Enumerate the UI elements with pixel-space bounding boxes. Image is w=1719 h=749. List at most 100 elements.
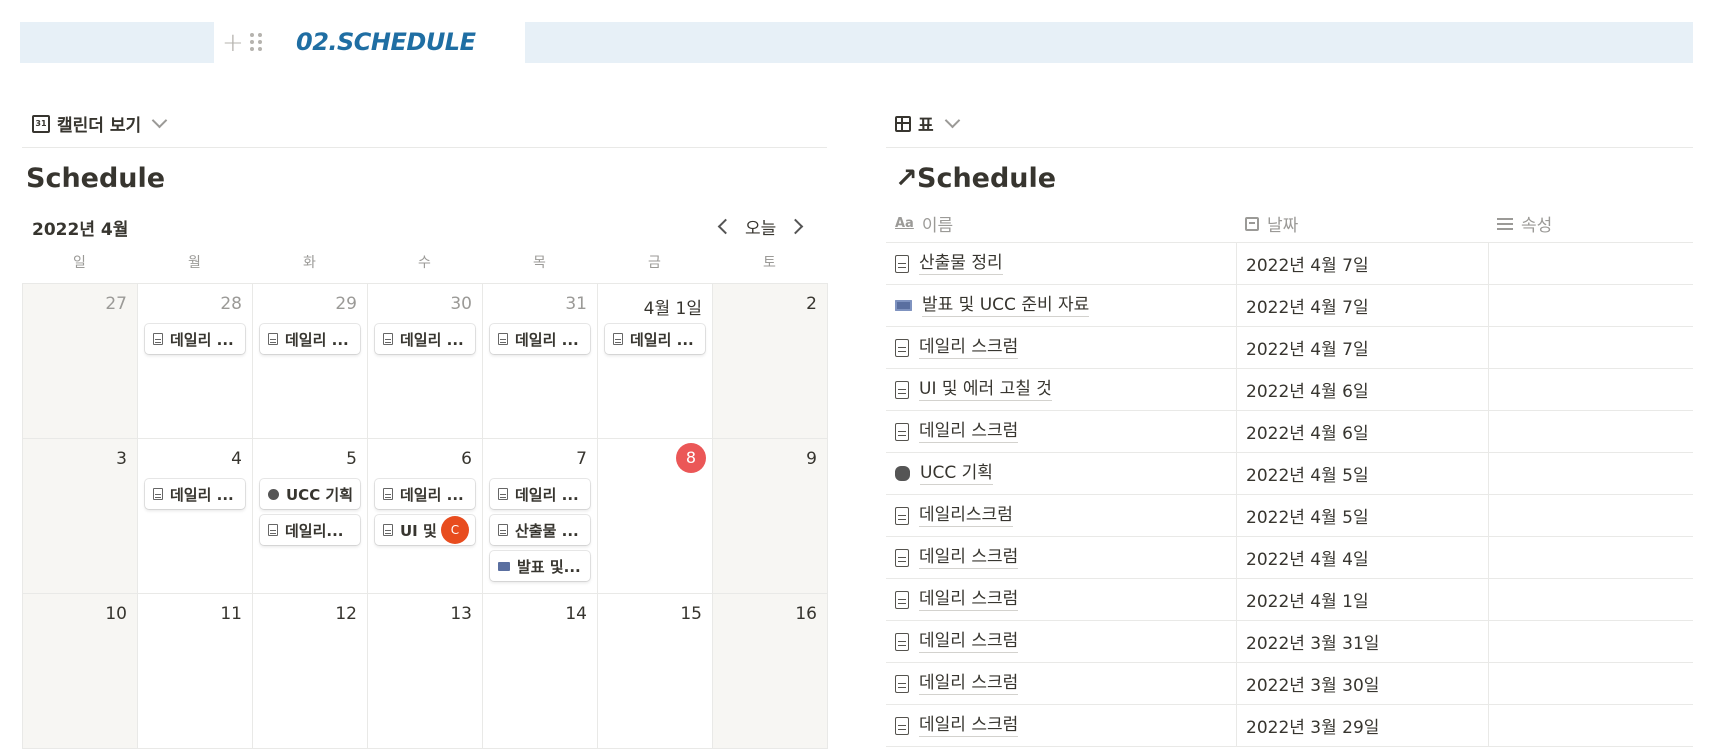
property-cell[interactable]	[1488, 579, 1693, 620]
drag-handle-icon[interactable]	[249, 33, 264, 53]
date-cell[interactable]: 2022년 4월 4일	[1236, 537, 1488, 578]
date-cell[interactable]: 2022년 4월 7일	[1236, 243, 1488, 284]
user-avatar[interactable]: C	[441, 516, 469, 544]
calendar-day-cell[interactable]: 4 데일리 ...	[138, 439, 253, 594]
calendar-day-cell[interactable]: 15	[598, 594, 713, 749]
calendar-day-cell[interactable]: 10	[23, 594, 138, 749]
name-cell[interactable]: 데일리 스크럼	[886, 579, 1236, 620]
event-card[interactable]: 데일리 ...	[490, 324, 590, 354]
table-row[interactable]: 데일리 스크럼 2022년 3월 30일	[886, 663, 1693, 705]
calendar-day-cell[interactable]: 31 데일리 ...	[483, 284, 598, 439]
row-title[interactable]: 데일리 스크럼	[919, 336, 1019, 359]
row-title[interactable]: 데일리 스크럼	[919, 420, 1019, 443]
date-cell[interactable]: 2022년 4월 5일	[1236, 495, 1488, 536]
calendar-day-cell[interactable]: 5 UCC 기획 데일리...	[253, 439, 368, 594]
calendar-day-cell[interactable]: 16	[713, 594, 828, 749]
row-title[interactable]: 데일리스크럼	[919, 504, 1013, 527]
add-block-icon[interactable]: +	[222, 30, 244, 56]
name-cell[interactable]: 데일리 스크럼	[886, 327, 1236, 368]
event-card[interactable]: UI 및 ... C	[375, 515, 475, 545]
column-header-name[interactable]: Aa 이름	[886, 205, 1236, 242]
table-view-tab[interactable]: 표	[895, 111, 962, 136]
date-cell[interactable]: 2022년 4월 6일	[1236, 369, 1488, 410]
property-cell[interactable]	[1488, 621, 1693, 662]
property-cell[interactable]	[1488, 705, 1693, 746]
calendar-day-cell[interactable]: 4월 1일 데일리 ...	[598, 284, 713, 439]
property-cell[interactable]	[1488, 243, 1693, 284]
event-card[interactable]: 발표 및...	[490, 551, 590, 581]
name-cell[interactable]: 데일리 스크럼	[886, 705, 1236, 746]
row-title[interactable]: 데일리 스크럼	[919, 546, 1019, 569]
table-row[interactable]: 산출물 정리 2022년 4월 7일	[886, 243, 1693, 285]
today-button[interactable]: 오늘	[745, 214, 776, 239]
calendar-day-cell[interactable]: 27	[23, 284, 138, 439]
row-title[interactable]: UCC 기획	[920, 462, 993, 485]
name-cell[interactable]: 데일리 스크럼	[886, 537, 1236, 578]
name-cell[interactable]: 데일리스크럼	[886, 495, 1236, 536]
table-db-title[interactable]: ↗Schedule	[895, 163, 1056, 194]
table-row[interactable]: 발표 및 UCC 준비 자료 2022년 4월 7일	[886, 285, 1693, 327]
event-card[interactable]: 데일리 ...	[375, 324, 475, 354]
table-row[interactable]: 데일리 스크럼 2022년 3월 31일	[886, 621, 1693, 663]
event-card[interactable]: 데일리 ...	[145, 324, 245, 354]
date-cell[interactable]: 2022년 4월 6일	[1236, 411, 1488, 452]
property-cell[interactable]	[1488, 369, 1693, 410]
calendar-day-cell[interactable]: 12	[253, 594, 368, 749]
calendar-day-cell[interactable]: 2	[713, 284, 828, 439]
column-header-date[interactable]: 날짜	[1236, 205, 1488, 242]
next-month-icon[interactable]	[788, 218, 804, 235]
calendar-day-cell[interactable]: 3	[23, 439, 138, 594]
table-row[interactable]: 데일리 스크럼 2022년 4월 1일	[886, 579, 1693, 621]
event-card[interactable]: 데일리 ...	[145, 479, 245, 509]
table-row[interactable]: UI 및 에러 고칠 것 2022년 4월 6일	[886, 369, 1693, 411]
name-cell[interactable]: 데일리 스크럼	[886, 411, 1236, 452]
table-row[interactable]: 데일리 스크럼 2022년 4월 7일	[886, 327, 1693, 369]
row-title[interactable]: 데일리 스크럼	[919, 630, 1019, 653]
calendar-day-cell[interactable]: 28 데일리 ...	[138, 284, 253, 439]
calendar-day-cell[interactable]: 6 데일리 ... UI 및 ... C	[368, 439, 483, 594]
calendar-day-cell[interactable]: 30 데일리 ...	[368, 284, 483, 439]
table-row[interactable]: 데일리 스크럼 2022년 3월 29일	[886, 705, 1693, 747]
calendar-day-cell[interactable]: 14	[483, 594, 598, 749]
date-cell[interactable]: 2022년 4월 7일	[1236, 327, 1488, 368]
date-cell[interactable]: 2022년 4월 5일	[1236, 453, 1488, 494]
calendar-view-tab[interactable]: 31 캘린더 보기	[32, 111, 169, 136]
table-row[interactable]: 데일리 스크럼 2022년 4월 6일	[886, 411, 1693, 453]
event-card[interactable]: 데일리 ...	[375, 479, 475, 509]
calendar-day-cell[interactable]: 11	[138, 594, 253, 749]
property-cell[interactable]	[1488, 453, 1693, 494]
property-cell[interactable]	[1488, 537, 1693, 578]
property-cell[interactable]	[1488, 411, 1693, 452]
column-header-property[interactable]: 속성	[1488, 205, 1693, 242]
event-card[interactable]: 데일리 ...	[490, 479, 590, 509]
table-row[interactable]: 데일리 스크럼 2022년 4월 4일	[886, 537, 1693, 579]
calendar-day-cell[interactable]: 29 데일리 ...	[253, 284, 368, 439]
row-title[interactable]: 데일리 스크럼	[919, 714, 1019, 737]
date-cell[interactable]: 2022년 4월 7일	[1236, 285, 1488, 326]
table-row[interactable]: UCC 기획 2022년 4월 5일	[886, 453, 1693, 495]
event-card[interactable]: UCC 기획	[260, 479, 360, 509]
row-title[interactable]: 데일리 스크럼	[919, 588, 1019, 611]
row-title[interactable]: 산출물 정리	[919, 252, 1003, 275]
date-cell[interactable]: 2022년 4월 1일	[1236, 579, 1488, 620]
date-cell[interactable]: 2022년 3월 29일	[1236, 705, 1488, 746]
name-cell[interactable]: 데일리 스크럼	[886, 663, 1236, 704]
table-row[interactable]: 데일리스크럼 2022년 4월 5일	[886, 495, 1693, 537]
name-cell[interactable]: 산출물 정리	[886, 243, 1236, 284]
name-cell[interactable]: UI 및 에러 고칠 것	[886, 369, 1236, 410]
property-cell[interactable]	[1488, 285, 1693, 326]
name-cell[interactable]: UCC 기획	[886, 453, 1236, 494]
calendar-day-cell[interactable]: 9	[713, 439, 828, 594]
event-card[interactable]: 데일리 ...	[605, 324, 705, 354]
date-cell[interactable]: 2022년 3월 30일	[1236, 663, 1488, 704]
event-card[interactable]: 산출물 ...	[490, 515, 590, 545]
date-cell[interactable]: 2022년 3월 31일	[1236, 621, 1488, 662]
chevron-down-icon[interactable]	[944, 112, 960, 129]
calendar-db-title[interactable]: Schedule	[26, 163, 165, 194]
property-cell[interactable]	[1488, 663, 1693, 704]
property-cell[interactable]	[1488, 327, 1693, 368]
property-cell[interactable]	[1488, 495, 1693, 536]
event-card[interactable]: 데일리...	[260, 515, 360, 545]
prev-month-icon[interactable]	[717, 218, 734, 235]
row-title[interactable]: 데일리 스크럼	[919, 672, 1019, 695]
